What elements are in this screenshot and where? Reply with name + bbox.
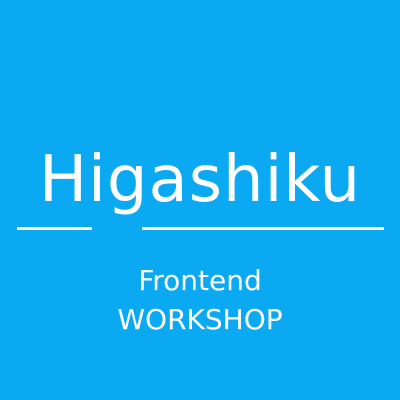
logo-subtitle-workshop: WORKSHOP	[117, 303, 283, 336]
logo-tile: Higashiku Frontend WORKSHOP	[0, 0, 400, 400]
title-underline-left	[17, 227, 92, 230]
logo-title: Higashiku	[38, 143, 362, 217]
logo-subtitle-frontend: Frontend	[138, 264, 262, 297]
title-underline-right	[142, 227, 384, 230]
